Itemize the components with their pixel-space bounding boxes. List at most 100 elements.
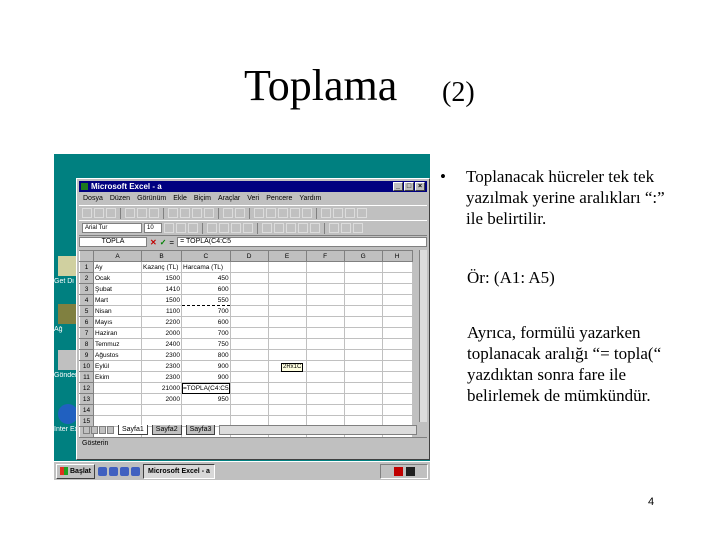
copy-icon[interactable] — [180, 208, 190, 218]
cell[interactable] — [93, 404, 142, 416]
tray-icon[interactable] — [405, 466, 415, 476]
menu-format[interactable]: Biçim — [194, 193, 211, 204]
quick-launch-icon[interactable] — [131, 466, 141, 476]
cell[interactable]: 2300 — [141, 360, 182, 372]
format-painter-icon[interactable] — [204, 208, 214, 218]
cell[interactable]: 2400 — [141, 338, 182, 350]
align-right-icon[interactable] — [231, 223, 241, 233]
cell[interactable]: Ay — [93, 261, 142, 273]
redo-icon[interactable] — [235, 208, 245, 218]
new-icon[interactable] — [82, 208, 92, 218]
undo-icon[interactable] — [223, 208, 233, 218]
chart-wizard-icon[interactable] — [321, 208, 331, 218]
underline-icon[interactable] — [188, 223, 198, 233]
cell[interactable]: 600 — [181, 283, 231, 295]
column-header[interactable]: E — [267, 250, 307, 262]
taskbar-excel-button[interactable]: Microsoft Excel - a — [143, 463, 215, 479]
function-icon[interactable] — [278, 208, 288, 218]
row-header[interactable]: 9 — [79, 349, 94, 361]
column-header[interactable]: F — [305, 250, 345, 262]
paste-icon[interactable] — [192, 208, 202, 218]
quick-launch-icon[interactable] — [109, 466, 119, 476]
cell[interactable]: Haziran — [93, 327, 142, 339]
font-name-select[interactable]: Arial Tur — [82, 223, 142, 233]
fill-color-icon[interactable] — [341, 223, 351, 233]
select-all-corner[interactable] — [79, 250, 94, 262]
row-header[interactable]: 12 — [79, 382, 94, 394]
sort-descending-icon[interactable] — [302, 208, 312, 218]
font-color-icon[interactable] — [353, 223, 363, 233]
menu-edit[interactable]: Düzen — [110, 193, 130, 204]
minimize-button[interactable]: _ — [393, 182, 403, 191]
menu-view[interactable]: Görünüm — [137, 193, 166, 204]
cell[interactable]: 900 — [181, 360, 231, 372]
autosum-icon[interactable] — [266, 208, 276, 218]
drawing-icon[interactable] — [345, 208, 355, 218]
cell[interactable]: 1410 — [141, 283, 182, 295]
help-icon[interactable] — [357, 208, 367, 218]
tab-sayfa3[interactable]: Sayfa3 — [185, 424, 216, 435]
cell[interactable]: 21000 — [141, 382, 182, 394]
spelling-icon[interactable] — [149, 208, 159, 218]
open-icon[interactable] — [94, 208, 104, 218]
selected-range-cell[interactable]: 550 — [181, 294, 231, 306]
cell[interactable]: Mart — [93, 294, 142, 306]
enter-formula-icon[interactable]: ✓ — [160, 238, 167, 247]
cell[interactable]: 450 — [181, 272, 231, 284]
currency-icon[interactable] — [262, 223, 272, 233]
cell[interactable]: Ağustos — [93, 349, 142, 361]
italic-icon[interactable] — [176, 223, 186, 233]
cell[interactable] — [181, 404, 231, 416]
column-header[interactable]: H — [381, 250, 413, 262]
cell[interactable]: 900 — [181, 371, 231, 383]
cell[interactable]: 800 — [181, 349, 231, 361]
cell[interactable]: Kazanç (TL) — [141, 261, 182, 273]
cell[interactable] — [93, 382, 142, 394]
row-header[interactable]: 11 — [79, 371, 94, 383]
cell[interactable]: 2300 — [141, 371, 182, 383]
cell[interactable]: Şubat — [93, 283, 142, 295]
cell[interactable] — [93, 393, 142, 405]
network-icon[interactable] — [58, 304, 78, 324]
tab-sayfa2[interactable]: Sayfa2 — [151, 424, 182, 435]
cell[interactable]: Nisan — [93, 305, 142, 317]
menu-tools[interactable]: Araçlar — [218, 193, 240, 204]
column-header[interactable]: D — [229, 250, 269, 262]
cell[interactable]: Ekim — [93, 371, 142, 383]
vertical-scrollbar[interactable] — [419, 250, 427, 422]
merge-center-icon[interactable] — [243, 223, 253, 233]
column-header[interactable]: G — [343, 250, 383, 262]
row-header[interactable]: 7 — [79, 327, 94, 339]
cell[interactable]: 2200 — [141, 316, 182, 328]
cell[interactable]: Mayıs — [93, 316, 142, 328]
row-header[interactable]: 13 — [79, 393, 94, 405]
column-header[interactable]: B — [141, 250, 182, 262]
borders-icon[interactable] — [329, 223, 339, 233]
column-header[interactable]: C — [181, 250, 231, 262]
row-header[interactable]: 4 — [79, 294, 94, 306]
row-header[interactable]: 3 — [79, 283, 94, 295]
print-preview-icon[interactable] — [137, 208, 147, 218]
edit-formula-icon[interactable]: = — [169, 238, 174, 247]
active-cell[interactable]: =TOPLA(C4:C5 — [181, 382, 231, 394]
menu-insert[interactable]: Ekle — [173, 193, 187, 204]
cell[interactable]: 750 — [181, 338, 231, 350]
horizontal-scrollbar[interactable] — [219, 424, 417, 435]
cell[interactable]: 600 — [181, 316, 231, 328]
cell[interactable]: 2300 — [141, 349, 182, 361]
tray-icon[interactable] — [393, 466, 403, 476]
row-header[interactable]: 8 — [79, 338, 94, 350]
menu-help[interactable]: Yardım — [299, 193, 321, 204]
quick-launch-icon[interactable] — [120, 466, 130, 476]
map-icon[interactable] — [333, 208, 343, 218]
cell[interactable]: 2000 — [141, 393, 182, 405]
save-icon[interactable] — [106, 208, 116, 218]
cell[interactable]: 700 — [181, 327, 231, 339]
tab-sayfa1[interactable]: Sayfa1 — [118, 424, 148, 435]
print-icon[interactable] — [125, 208, 135, 218]
row-header[interactable]: 2 — [79, 272, 94, 284]
maximize-button[interactable]: □ — [404, 182, 414, 191]
window-titlebar[interactable]: Microsoft Excel - a _ □ × — [79, 181, 427, 192]
cell[interactable]: Temmuz — [93, 338, 142, 350]
cell[interactable]: Harcama (TL) — [181, 261, 231, 273]
